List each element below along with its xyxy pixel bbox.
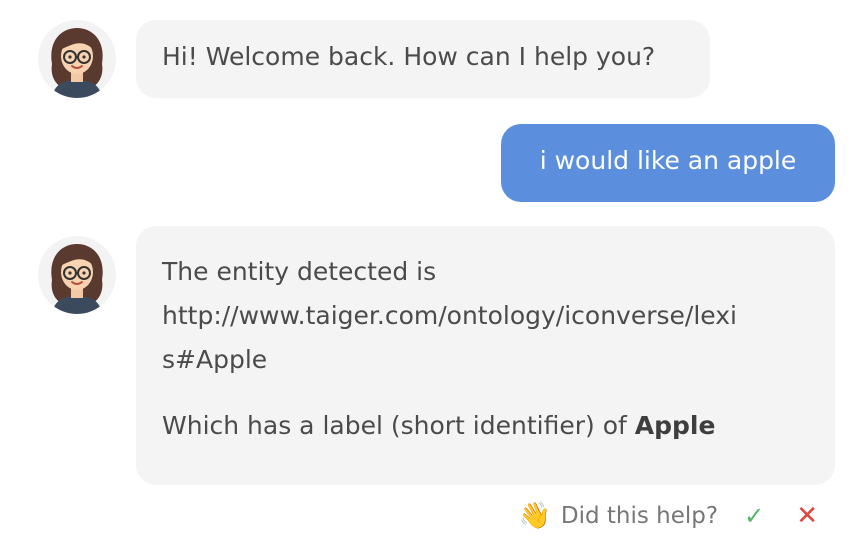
feedback-bar: 👋 Did this help? ✓ ✕ bbox=[519, 500, 819, 532]
message-line: http://www.taiger.com/ontology/iconverse… bbox=[162, 301, 737, 330]
bot-avatar bbox=[38, 20, 116, 98]
message-line: s#Apple bbox=[162, 345, 268, 374]
waving-hand-icon: 👋 bbox=[518, 501, 551, 531]
bot-message: Hi! Welcome back. How can I help you? bbox=[136, 20, 710, 98]
bot-avatar bbox=[38, 236, 116, 314]
chat-window: Hi! Welcome back. How can I help you? i … bbox=[0, 0, 858, 550]
message-text: Hi! Welcome back. How can I help you? bbox=[162, 42, 656, 71]
user-message: i would like an apple bbox=[501, 124, 835, 202]
bot-avatar-icon bbox=[38, 20, 116, 98]
no-cross-icon[interactable]: ✕ bbox=[796, 501, 818, 531]
label-sentence: Which has a label (short identifier) of … bbox=[162, 404, 809, 448]
message-line: The entity detected is bbox=[162, 257, 437, 286]
label-value: Apple bbox=[634, 411, 716, 440]
label-prefix: Which has a label (short identifier) of bbox=[162, 411, 635, 440]
bot-avatar-icon bbox=[38, 236, 116, 314]
feedback-prompt: Did this help? bbox=[560, 503, 719, 529]
message-text: i would like an apple bbox=[539, 146, 797, 175]
bot-message: The entity detected is http://www.taiger… bbox=[136, 226, 835, 485]
yes-check-icon[interactable]: ✓ bbox=[744, 502, 764, 530]
